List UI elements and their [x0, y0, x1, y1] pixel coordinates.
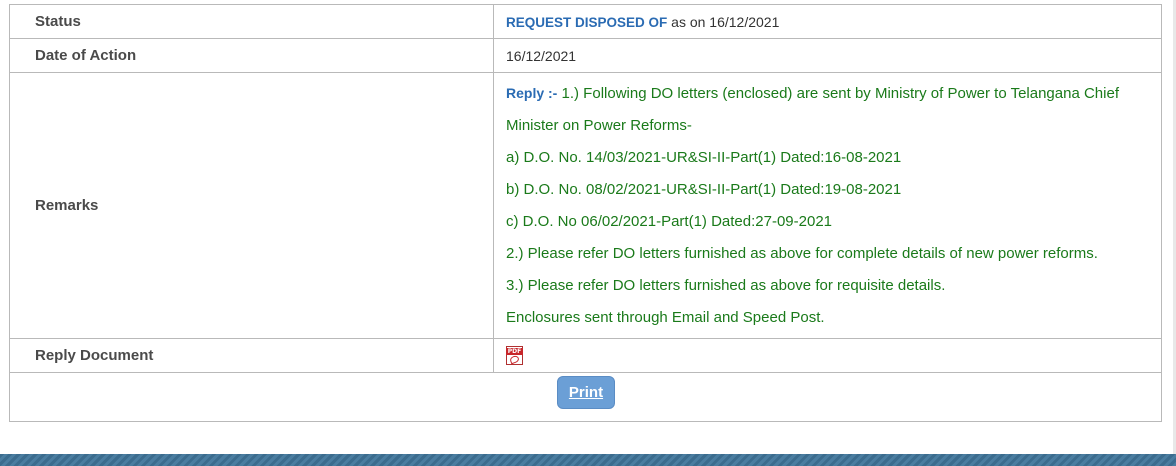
pdf-icon-text: PDF	[506, 347, 523, 355]
remarks-line: 3.) Please refer DO letters furnished as…	[506, 277, 946, 294]
pdf-icon[interactable]: PDF	[506, 345, 523, 365]
remarks-line: b) D.O. No. 08/02/2021-UR&SI-II-Part(1) …	[506, 181, 902, 198]
status-disposed-text: REQUEST DISPOSED OF	[506, 14, 668, 30]
remarks-line: c) D.O. No 06/02/2021-Part(1) Dated:27-0…	[506, 213, 833, 230]
remarks-text-block: Reply :- 1.) Following DO letters (enclo…	[506, 73, 1161, 338]
remarks-line: Enclosures sent through Email and Speed …	[506, 309, 825, 326]
footer-band	[0, 454, 1176, 466]
print-panel: Print	[9, 364, 1162, 422]
remarks-line: a) D.O. No. 14/03/2021-UR&SI-II-Part(1) …	[506, 149, 902, 166]
date-of-action-label: Date of Action	[9, 38, 494, 73]
reply-prefix: Reply :-	[506, 85, 558, 101]
remarks-line-text: 1.) Following DO letters (enclosed) are …	[557, 85, 1120, 102]
status-value: REQUEST DISPOSED OF as on 16/12/2021	[493, 4, 1162, 39]
remarks-row: Remarks Reply :- 1.) Following DO letter…	[9, 72, 1162, 339]
remarks-line: Minister on Power Reforms-	[506, 117, 692, 134]
remarks-value: Reply :- 1.) Following DO letters (enclo…	[493, 72, 1162, 339]
pdf-icon-swirl	[509, 354, 520, 364]
remarks-line: Reply :- 1.) Following DO letters (enclo…	[506, 77, 1161, 110]
print-button[interactable]: Print	[557, 376, 615, 409]
remarks-label: Remarks	[9, 72, 494, 339]
date-of-action-row: Date of Action 16/12/2021	[9, 38, 1162, 73]
request-details-table: Status REQUEST DISPOSED OF as on 16/12/2…	[9, 4, 1162, 373]
remarks-line: 2.) Please refer DO letters furnished as…	[506, 245, 1098, 262]
status-label: Status	[9, 4, 494, 39]
status-date-text: as on 16/12/2021	[667, 13, 780, 30]
status-row: Status REQUEST DISPOSED OF as on 16/12/2…	[9, 4, 1162, 39]
date-of-action-value: 16/12/2021	[493, 38, 1162, 73]
